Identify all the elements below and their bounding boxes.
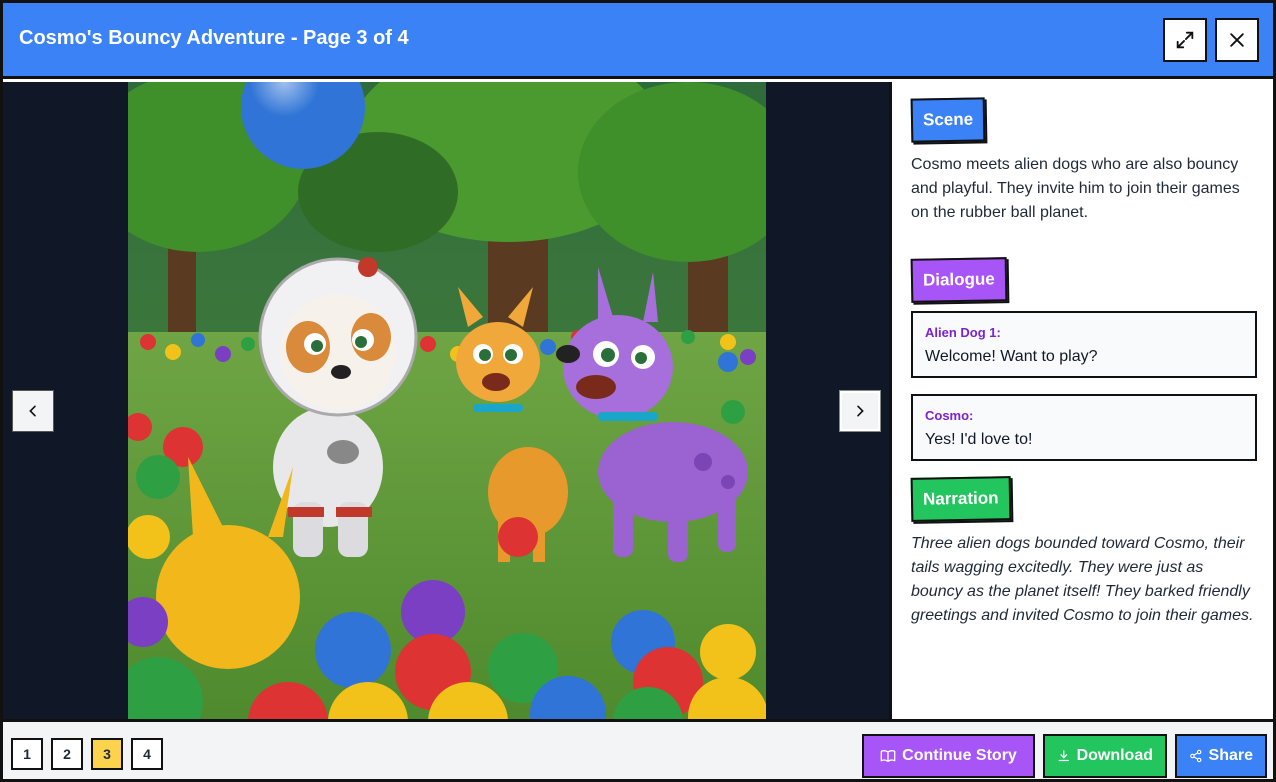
close-button[interactable] (1215, 18, 1259, 62)
book-icon (880, 749, 896, 762)
story-illustration (128, 82, 766, 719)
share-label: Share (1208, 747, 1253, 764)
dialogue-bubble: Cosmo: Yes! I'd love to! (911, 394, 1257, 461)
chevron-right-icon (857, 405, 864, 417)
narration-text: Three alien dogs bounded toward Cosmo, t… (911, 535, 1254, 624)
modal-header: Cosmo's Bouncy Adventure - Page 3 of 4 (3, 3, 1273, 79)
page-button-4[interactable]: 4 (131, 738, 163, 770)
page-button-3[interactable]: 3 (91, 738, 123, 770)
scene-description: Cosmo meets alien dogs who are also boun… (911, 156, 1240, 221)
image-viewer (3, 82, 892, 719)
narration-heading: Narration (910, 476, 1011, 522)
dialogue-line: Welcome! Want to play? (925, 348, 1098, 365)
continue-story-label: Continue Story (902, 747, 1017, 764)
dialogue-speaker: Cosmo: (925, 408, 974, 423)
story-details-panel: Scene Cosmo meets alien dogs who are als… (895, 82, 1273, 719)
download-label: Download (1076, 747, 1153, 764)
download-icon (1058, 750, 1069, 762)
page-button-2[interactable]: 2 (51, 738, 83, 770)
page-button-1[interactable]: 1 (11, 738, 43, 770)
expand-button[interactable] (1163, 18, 1207, 62)
story-modal: Cosmo's Bouncy Adventure - Page 3 of 4 S… (0, 0, 1276, 782)
dialogue-line: Yes! I'd love to! (925, 431, 1033, 448)
previous-page-button[interactable] (12, 390, 54, 432)
expand-icon (1176, 31, 1194, 49)
scene-heading: Scene (910, 97, 986, 143)
dialogue-heading: Dialogue (910, 257, 1008, 303)
download-button[interactable]: Download (1043, 734, 1167, 778)
chevron-left-icon (29, 405, 36, 417)
share-icon (1190, 749, 1202, 763)
dialogue-speaker: Alien Dog 1: (925, 325, 1001, 340)
modal-footer: 1 2 3 4 Continue Story Download Share (3, 719, 1273, 779)
continue-story-button[interactable]: Continue Story (862, 734, 1035, 778)
next-page-button[interactable] (839, 390, 881, 432)
page-title: Cosmo's Bouncy Adventure - Page 3 of 4 (19, 27, 409, 49)
close-icon (1230, 33, 1244, 47)
dialogue-bubble: Alien Dog 1: Welcome! Want to play? (911, 311, 1257, 378)
share-button[interactable]: Share (1175, 734, 1267, 778)
